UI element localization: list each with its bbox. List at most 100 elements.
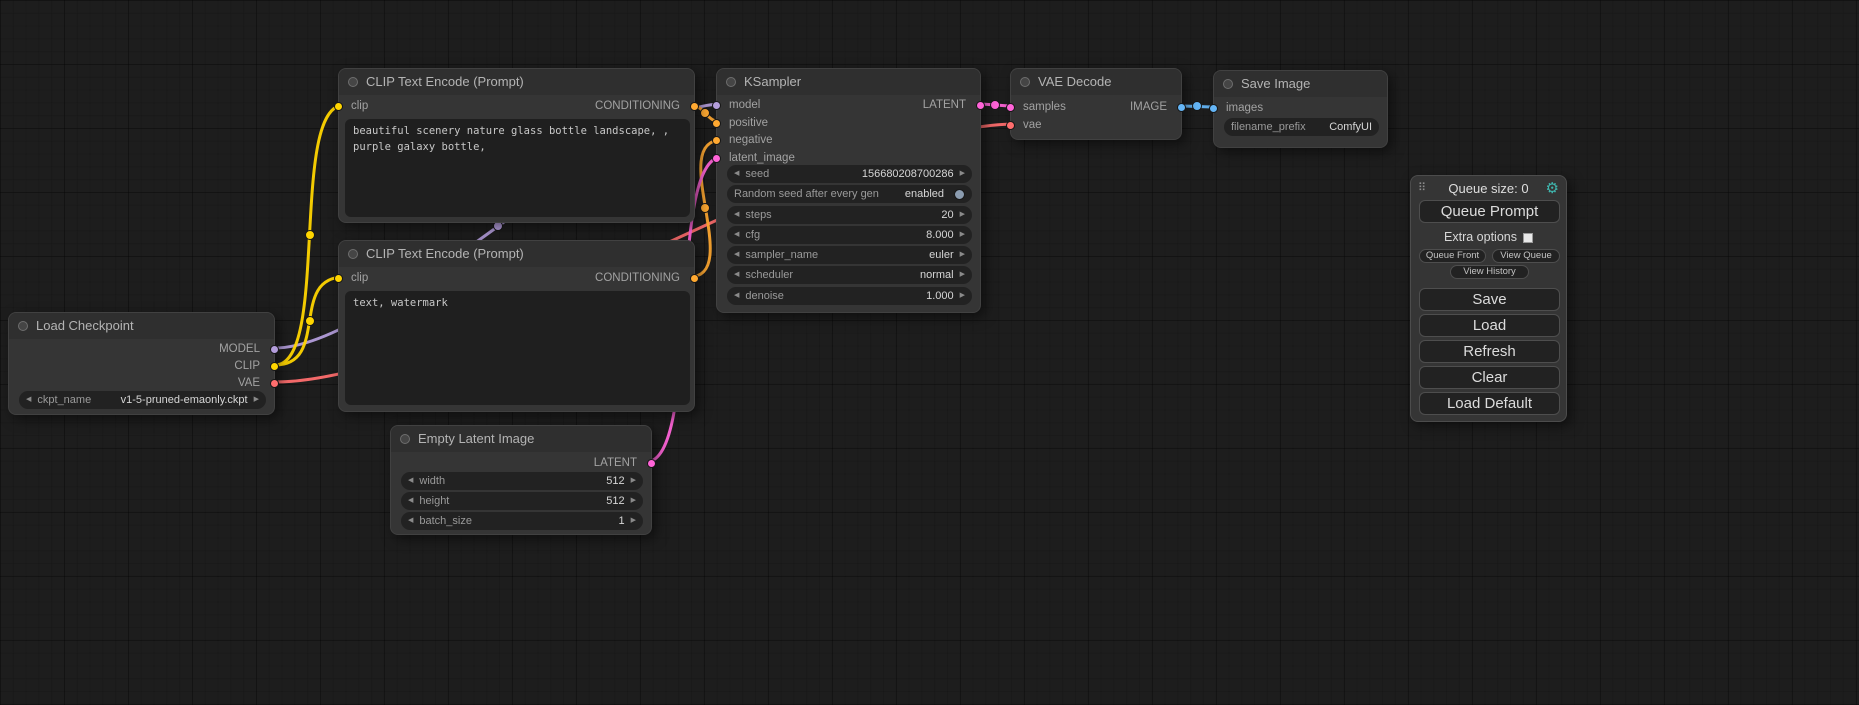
- input-port-model[interactable]: [712, 101, 721, 110]
- prompt-textarea[interactable]: text, watermark: [345, 291, 690, 405]
- widget-value: ComfyUI: [1329, 121, 1372, 133]
- collapse-dot-icon[interactable]: [18, 321, 28, 331]
- extra-options-label: Extra options: [1444, 230, 1517, 244]
- node-title-bar[interactable]: CLIP Text Encode (Prompt): [339, 241, 694, 267]
- output-label-clip: CLIP: [234, 359, 260, 373]
- wire-midpoint-dot: [306, 231, 315, 240]
- collapse-dot-icon[interactable]: [1020, 77, 1030, 87]
- denoise-widget[interactable]: ◀ denoise 1.000 ▶: [727, 287, 972, 305]
- input-port-clip[interactable]: [334, 102, 343, 111]
- decrement-arrow-icon[interactable]: ◀: [734, 246, 739, 264]
- seed-widget[interactable]: ◀ seed 156680208700286 ▶: [727, 165, 972, 183]
- node-empty-latent-image[interactable]: Empty Latent Image LATENT ◀ width 512 ▶ …: [390, 425, 652, 535]
- collapse-dot-icon[interactable]: [400, 434, 410, 444]
- extra-options-row: Extra options: [1411, 230, 1566, 244]
- output-port-latent[interactable]: [647, 459, 656, 468]
- collapse-dot-icon[interactable]: [726, 77, 736, 87]
- node-load-checkpoint[interactable]: Load Checkpoint MODEL CLIP VAE ◀ ckpt_na…: [8, 312, 275, 415]
- view-history-button[interactable]: View History: [1450, 265, 1529, 279]
- decrement-arrow-icon[interactable]: ◀: [734, 206, 739, 224]
- increment-arrow-icon[interactable]: ▶: [631, 492, 636, 510]
- increment-arrow-icon[interactable]: ▶: [631, 472, 636, 490]
- output-port-conditioning[interactable]: [690, 102, 699, 111]
- widget-value: 1.000: [926, 290, 954, 302]
- increment-arrow-icon[interactable]: ▶: [960, 206, 965, 224]
- widget-label: cfg: [745, 229, 760, 241]
- increment-arrow-icon[interactable]: ▶: [254, 391, 259, 409]
- refresh-button[interactable]: Refresh: [1419, 340, 1560, 363]
- ckpt-name-widget[interactable]: ◀ ckpt_name v1-5-pruned-emaonly.ckpt ▶: [19, 391, 266, 409]
- width-widget[interactable]: ◀ width 512 ▶: [401, 472, 643, 490]
- settings-gear-icon[interactable]: ⚙: [1546, 179, 1559, 197]
- clear-button[interactable]: Clear: [1419, 366, 1560, 389]
- output-port-model[interactable]: [270, 345, 279, 354]
- collapse-dot-icon[interactable]: [1223, 79, 1233, 89]
- input-port-vae[interactable]: [1006, 121, 1015, 130]
- load-default-button[interactable]: Load Default: [1419, 392, 1560, 415]
- decrement-arrow-icon[interactable]: ◀: [734, 266, 739, 284]
- collapse-dot-icon[interactable]: [348, 249, 358, 259]
- node-title-bar[interactable]: VAE Decode: [1011, 69, 1181, 95]
- cfg-widget[interactable]: ◀ cfg 8.000 ▶: [727, 226, 972, 244]
- input-port-images[interactable]: [1209, 104, 1218, 113]
- increment-arrow-icon[interactable]: ▶: [631, 512, 636, 530]
- increment-arrow-icon[interactable]: ▶: [960, 266, 965, 284]
- node-title-bar[interactable]: Save Image: [1214, 71, 1387, 97]
- filename-prefix-widget[interactable]: filename_prefix ComfyUI: [1224, 118, 1379, 136]
- load-button[interactable]: Load: [1419, 314, 1560, 337]
- input-port-negative[interactable]: [712, 136, 721, 145]
- save-button[interactable]: Save: [1419, 288, 1560, 311]
- view-queue-button[interactable]: View Queue: [1492, 249, 1560, 263]
- node-save-image[interactable]: Save Image images filename_prefix ComfyU…: [1213, 70, 1388, 148]
- input-port-latent-image[interactable]: [712, 154, 721, 163]
- node-vae-decode[interactable]: VAE Decode samples vae IMAGE: [1010, 68, 1182, 140]
- output-port-vae[interactable]: [270, 379, 279, 388]
- increment-arrow-icon[interactable]: ▶: [960, 287, 965, 305]
- output-port-image[interactable]: [1177, 103, 1186, 112]
- output-label-latent: LATENT: [594, 456, 637, 470]
- decrement-arrow-icon[interactable]: ◀: [734, 226, 739, 244]
- node-clip-text-encode-positive[interactable]: CLIP Text Encode (Prompt) clip CONDITION…: [338, 68, 695, 223]
- wire-midpoint-dot: [701, 204, 710, 213]
- node-title: CLIP Text Encode (Prompt): [366, 74, 524, 89]
- output-port-latent[interactable]: [976, 101, 985, 110]
- steps-widget[interactable]: ◀ steps 20 ▶: [727, 206, 972, 224]
- widget-value: v1-5-pruned-emaonly.ckpt: [121, 394, 248, 406]
- queue-prompt-button[interactable]: Queue Prompt: [1419, 200, 1560, 223]
- input-label-clip: clip: [351, 271, 368, 285]
- toggle-dot-icon[interactable]: [954, 189, 965, 200]
- increment-arrow-icon[interactable]: ▶: [960, 165, 965, 183]
- sampler-name-widget[interactable]: ◀ sampler_name euler ▶: [727, 246, 972, 264]
- node-clip-text-encode-negative[interactable]: CLIP Text Encode (Prompt) clip CONDITION…: [338, 240, 695, 412]
- widget-value: enabled: [905, 188, 944, 200]
- prompt-textarea[interactable]: beautiful scenery nature glass bottle la…: [345, 119, 690, 217]
- output-port-conditioning[interactable]: [690, 274, 699, 283]
- decrement-arrow-icon[interactable]: ◀: [734, 165, 739, 183]
- height-widget[interactable]: ◀ height 512 ▶: [401, 492, 643, 510]
- decrement-arrow-icon[interactable]: ◀: [408, 512, 413, 530]
- decrement-arrow-icon[interactable]: ◀: [26, 391, 31, 409]
- decrement-arrow-icon[interactable]: ◀: [408, 472, 413, 490]
- batch-size-widget[interactable]: ◀ batch_size 1 ▶: [401, 512, 643, 530]
- input-port-samples[interactable]: [1006, 103, 1015, 112]
- input-port-clip[interactable]: [334, 274, 343, 283]
- queue-front-button[interactable]: Queue Front: [1419, 249, 1486, 263]
- output-port-clip[interactable]: [270, 362, 279, 371]
- node-ksampler[interactable]: KSampler model positive negative latent_…: [716, 68, 981, 313]
- random-seed-toggle-widget[interactable]: Random seed after every gen enabled: [727, 185, 972, 203]
- node-graph-canvas[interactable]: Load Checkpoint MODEL CLIP VAE ◀ ckpt_na…: [0, 0, 1859, 705]
- extra-options-checkbox[interactable]: [1523, 233, 1533, 243]
- scheduler-widget[interactable]: ◀ scheduler normal ▶: [727, 266, 972, 284]
- collapse-dot-icon[interactable]: [348, 77, 358, 87]
- node-title-bar[interactable]: CLIP Text Encode (Prompt): [339, 69, 694, 95]
- increment-arrow-icon[interactable]: ▶: [960, 226, 965, 244]
- increment-arrow-icon[interactable]: ▶: [960, 246, 965, 264]
- input-port-positive[interactable]: [712, 119, 721, 128]
- node-title-bar[interactable]: Empty Latent Image: [391, 426, 651, 452]
- node-title-bar[interactable]: Load Checkpoint: [9, 313, 274, 339]
- node-title-bar[interactable]: KSampler: [717, 69, 980, 95]
- output-label-model: MODEL: [219, 342, 260, 356]
- decrement-arrow-icon[interactable]: ◀: [408, 492, 413, 510]
- decrement-arrow-icon[interactable]: ◀: [734, 287, 739, 305]
- queue-panel[interactable]: ⠿ Queue size: 0 ⚙ Queue Prompt Extra opt…: [1410, 175, 1567, 422]
